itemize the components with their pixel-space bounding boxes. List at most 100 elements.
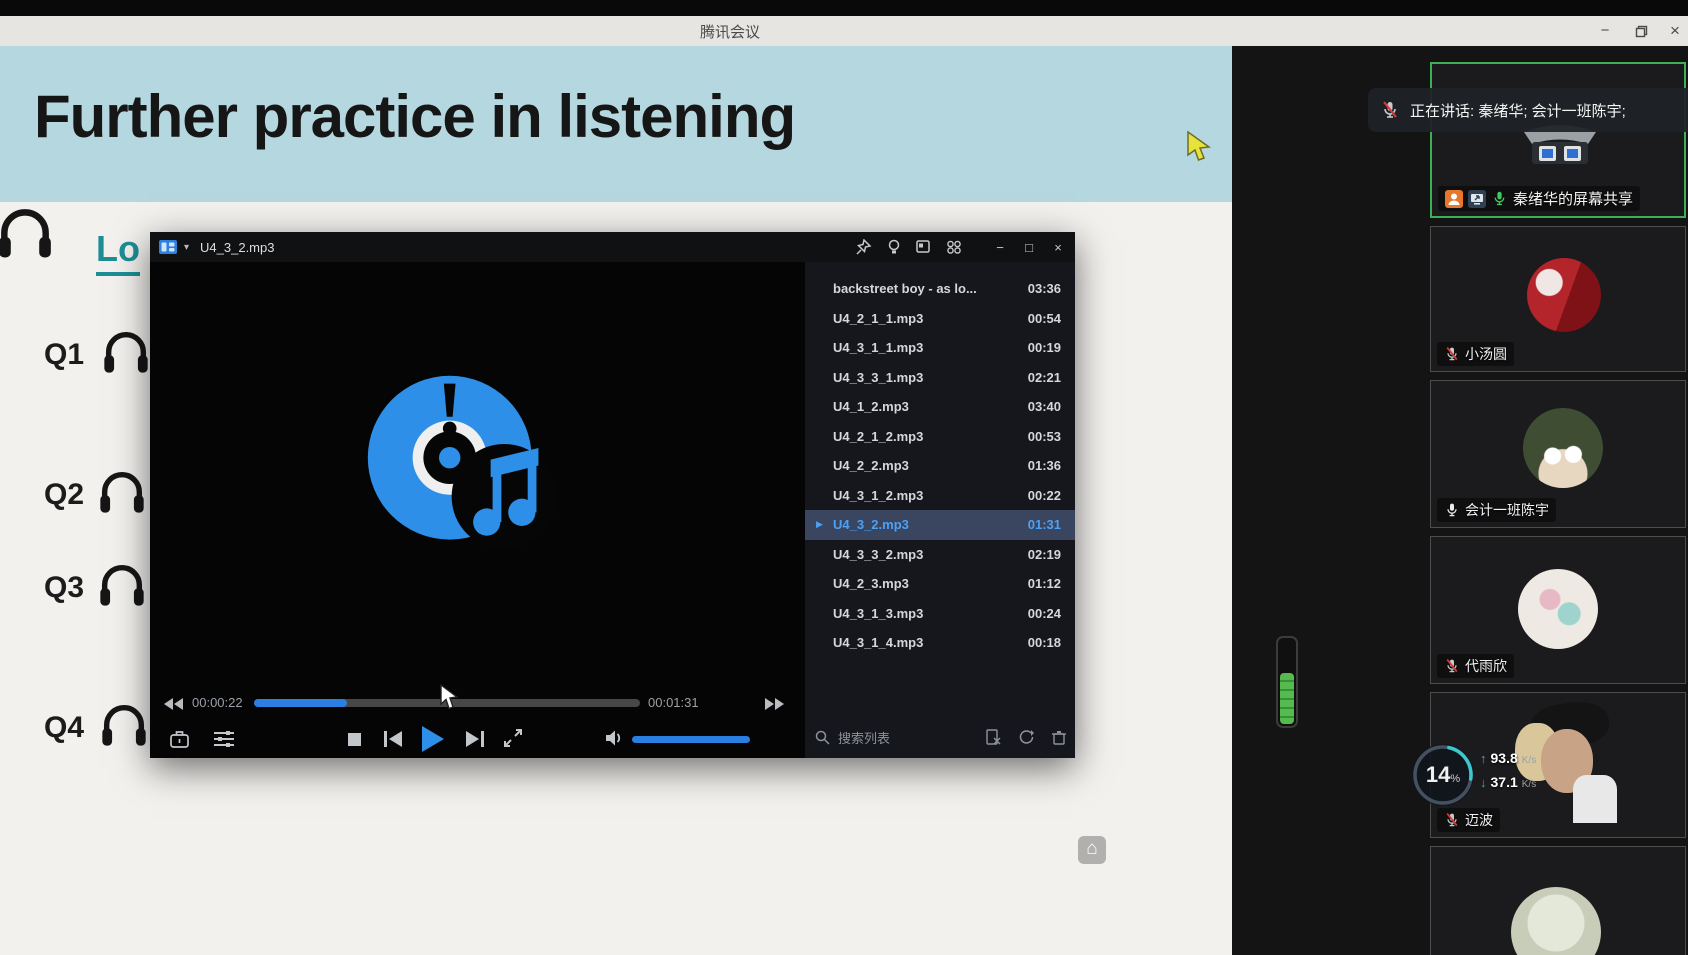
participant-tile-screen-share[interactable]: 秦绪华的屏幕共享 [1430, 62, 1686, 218]
stop-button[interactable] [348, 733, 361, 746]
mic-on-icon [1491, 190, 1508, 207]
player-minimize-button[interactable]: − [992, 240, 1008, 255]
question-label-q1: Q1 [44, 338, 84, 372]
playlist-item[interactable]: U4_2_1_1.mp300:54 [805, 304, 1075, 334]
search-icon [815, 730, 830, 745]
avatar [1527, 258, 1601, 332]
player-window-title: U4_3_2.mp3 [200, 240, 274, 255]
participant-tile[interactable]: 小汤圆 [1430, 226, 1686, 372]
download-arrow-icon: ↓ [1480, 775, 1487, 790]
total-time: 00:01:31 [648, 695, 699, 710]
upload-arrow-icon: ↑ [1480, 751, 1487, 766]
player-controls [150, 724, 805, 758]
playlist-search-bar[interactable]: 搜索列表 [815, 724, 1067, 750]
home-widget-icon[interactable]: ⌂ [1078, 836, 1106, 864]
headphone-icon [0, 202, 56, 264]
meeting-window-titlebar: 腾讯会议 − × [0, 16, 1688, 46]
battery-level [1280, 673, 1294, 724]
playlist-panel: backstreet boy - as lo...03:36 U4_2_1_1.… [805, 262, 1075, 758]
participant-tile[interactable]: 代雨欣 [1430, 536, 1686, 684]
slide-title: Further practice in listening [34, 82, 795, 151]
now-playing-icon: ▶ [816, 519, 823, 530]
current-time: 00:00:22 [192, 695, 243, 710]
playlist-item[interactable]: U4_2_3.mp301:12 [805, 569, 1075, 599]
network-speeds: ↑ 93.8 K/s ↓ 37.1 K/s [1480, 750, 1536, 798]
photographed-monitor: 腾讯会议 − × Further practice in listening L… [0, 0, 1688, 955]
speaker-icon[interactable] [606, 730, 623, 746]
mouse-cursor [440, 684, 461, 712]
playlist: backstreet boy - as lo...03:36 U4_2_1_1.… [805, 274, 1075, 658]
restore-button[interactable] [1628, 19, 1654, 43]
fast-forward-icon[interactable] [764, 697, 784, 711]
screen-share-icon [1468, 190, 1486, 208]
mic-muted-icon [1444, 658, 1460, 674]
audio-disc-logo [360, 368, 555, 563]
volume-slider[interactable] [632, 736, 750, 743]
playlist-item-selected[interactable]: ▶U4_3_2.mp301:31 [805, 510, 1075, 540]
player-video-area[interactable]: 00:00:22 00:01:31 [150, 262, 805, 758]
download-speed: ↓ 37.1 K/s [1480, 774, 1536, 798]
playlist-item[interactable]: U4_3_1_1.mp300:19 [805, 333, 1075, 363]
search-placeholder: 搜索列表 [838, 728, 890, 747]
mic-on-icon [1444, 502, 1460, 518]
refresh-icon[interactable] [1018, 729, 1034, 745]
player-maximize-button[interactable]: □ [1021, 240, 1037, 255]
minimize-button[interactable]: − [1592, 19, 1618, 43]
playlist-item[interactable]: U4_2_2.mp301:36 [805, 451, 1075, 481]
bulb-icon[interactable] [886, 239, 902, 255]
playlist-item[interactable]: U4_3_3_2.mp302:19 [805, 540, 1075, 570]
cpu-percent: 14% [1411, 762, 1475, 788]
playlist-item[interactable]: U4_2_1_2.mp300:53 [805, 422, 1075, 452]
playlist-item[interactable]: U4_1_2.mp303:40 [805, 392, 1075, 422]
fullscreen-button[interactable] [504, 729, 522, 747]
question-label-q3: Q3 [44, 571, 84, 605]
browser-grid-icon[interactable] [946, 239, 962, 255]
remove-missing-icon[interactable] [985, 729, 1001, 745]
participant-tile[interactable] [1430, 846, 1686, 955]
meeting-sidebar: 秦绪华的屏幕共享 小汤圆 会计一班陈宇 代雨欣 [1232, 46, 1688, 955]
question-label-q4: Q4 [44, 711, 84, 745]
participant-tile[interactable]: 会计一班陈宇 [1430, 380, 1686, 528]
host-icon [1445, 190, 1463, 208]
seek-row: 00:00:22 00:01:31 [150, 692, 805, 716]
control-panel-icon[interactable] [170, 730, 189, 749]
participant-label: 秦绪华的屏幕共享 [1438, 186, 1640, 211]
mic-muted-icon [1444, 812, 1460, 828]
pin-icon[interactable] [856, 239, 872, 255]
clear-list-icon[interactable] [1051, 729, 1067, 745]
cpu-gauge: 14% [1411, 743, 1475, 807]
rewind-icon[interactable] [164, 697, 184, 711]
window-title: 腾讯会议 [700, 21, 760, 42]
playlist-tools [985, 729, 1067, 745]
participant-label: 代雨欣 [1437, 654, 1514, 678]
participant-label: 会计一班陈宇 [1437, 498, 1556, 522]
avatar [1511, 887, 1601, 955]
player-app-icon [159, 240, 177, 254]
potplayer-window: ▾ U4_3_2.mp3 − [150, 232, 1075, 758]
close-button[interactable]: × [1662, 19, 1688, 43]
speaking-now-banner: 正在讲话: 秦绪华; 会计一班陈宇; [1368, 88, 1688, 132]
player-close-button[interactable]: × [1050, 240, 1066, 255]
slide-section-heading: Lo [96, 228, 140, 276]
mic-muted-icon [1444, 346, 1460, 362]
play-button[interactable] [422, 726, 444, 752]
headphone-icon [96, 559, 148, 611]
playlist-settings-icon[interactable] [214, 730, 234, 748]
headphone-icon [98, 699, 150, 751]
avatar [1523, 408, 1603, 488]
player-menu-caret-icon[interactable]: ▾ [184, 242, 189, 253]
restore-icon [1635, 25, 1648, 38]
playlist-item[interactable]: backstreet boy - as lo...03:36 [805, 274, 1075, 304]
previous-button[interactable] [384, 731, 402, 747]
panel-icon[interactable] [916, 239, 932, 255]
screen-bezel [0, 0, 1688, 16]
playlist-item[interactable]: U4_3_3_1.mp302:21 [805, 363, 1075, 393]
next-button[interactable] [466, 731, 484, 747]
participant-label: 小汤圆 [1437, 342, 1514, 366]
playlist-item[interactable]: U4_3_1_2.mp300:22 [805, 481, 1075, 511]
playlist-item[interactable]: U4_3_1_3.mp300:24 [805, 599, 1075, 629]
upload-speed: ↑ 93.8 K/s [1480, 750, 1536, 774]
playlist-item[interactable]: U4_3_1_4.mp300:18 [805, 628, 1075, 658]
participant-label: 迈波 [1437, 808, 1500, 832]
player-window-controls: − □ × [992, 232, 1066, 262]
